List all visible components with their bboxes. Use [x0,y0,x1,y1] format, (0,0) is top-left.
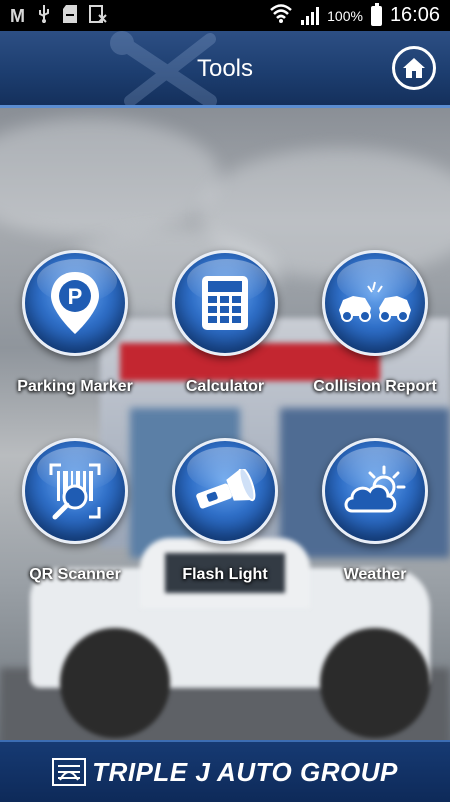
signal-icon [301,6,320,25]
home-button[interactable] [392,46,436,90]
parking-marker-icon: P [51,272,99,334]
qr-scanner-button[interactable] [22,438,128,544]
calculator-icon [202,276,248,330]
flashlight-button[interactable] [172,438,278,544]
status-right: 100% 16:06 [269,2,440,28]
tool-label: Collision Report [313,378,437,395]
weather-icon [344,465,406,513]
wifi-icon [269,3,293,28]
collision-report-button[interactable] [322,250,428,356]
tool-label: QR Scanner [29,566,121,583]
tool-label: Calculator [185,378,265,395]
brand-logo-icon [52,758,87,786]
battery-icon [370,2,382,26]
page-title: Tools [196,55,254,82]
tool-label: Flash Light [182,566,268,583]
sd-card-icon [63,4,77,27]
svg-text:P: P [68,284,83,309]
battery-percent: 100% [327,7,363,24]
tool-collision-report[interactable]: Collision Report [300,250,450,396]
tool-weather[interactable]: Weather [300,438,450,584]
collision-icon [339,281,411,322]
header-bar: Tools [0,31,450,108]
background-photo [0,108,450,740]
tool-flash-light[interactable]: Flash Light [150,438,300,584]
status-left: M [10,4,107,27]
brand-name: TRIPLE J AUTO GROUP [92,756,398,787]
tool-qr-scanner[interactable]: QR Scanner [0,438,150,584]
status-bar: M 100% 16:06 [0,0,450,31]
tool-calculator[interactable]: Calculator [150,250,300,396]
usb-icon [37,4,51,27]
gmail-icon: M [10,5,25,26]
tool-parking-marker[interactable]: P Parking Marker [0,250,150,396]
sim-off-icon [89,4,107,27]
tool-label: Weather [343,566,407,583]
weather-button[interactable] [322,438,428,544]
tool-label: Parking Marker [17,378,133,395]
flashlight-icon [196,469,256,509]
home-icon [403,58,425,78]
qr-scanner-icon [49,463,101,520]
status-clock: 16:06 [389,4,440,26]
footer-brand-bar: TRIPLE J AUTO GROUP [0,740,450,802]
parking-marker-button[interactable]: P [22,250,128,356]
calculator-button[interactable] [172,250,278,356]
